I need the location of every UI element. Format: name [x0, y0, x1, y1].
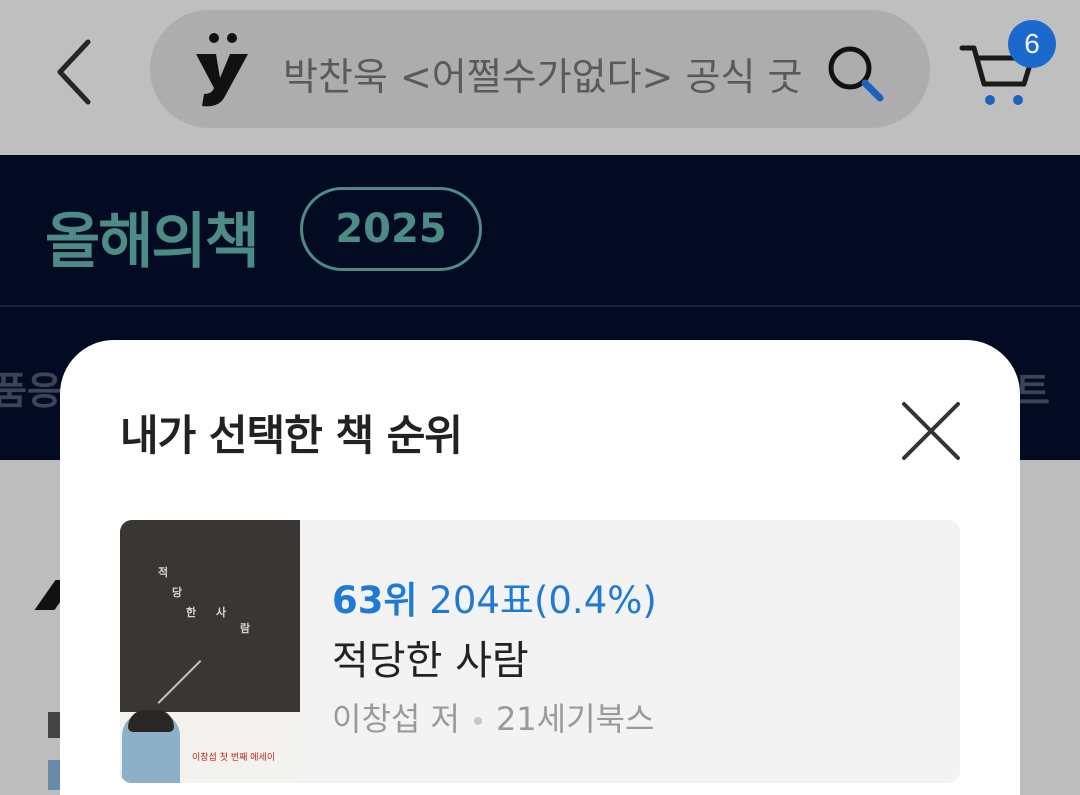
- book-publisher: 21세기북스: [495, 700, 655, 738]
- close-icon[interactable]: [898, 398, 964, 464]
- chevron-left-icon: [57, 39, 91, 105]
- search-input[interactable]: 박찬욱 <어쩔수가없다> 공식 굿: [283, 46, 803, 101]
- modal-title: 내가 선택한 책 순위: [120, 411, 463, 460]
- book-cover-image[interactable]: 적 당 한 사 람 이창섭 첫 번째 에세이: [120, 520, 300, 783]
- banner-divider: [0, 305, 1080, 307]
- app-root: 박찬욱 <어쩔수가없다> 공식 굿 6 올해의책 2025 품응 트 내가 선택…: [0, 0, 1080, 795]
- cover-subtitle: 이창섭 첫 번째 에세이: [192, 753, 276, 763]
- cover-author-photo: [128, 710, 174, 732]
- top-bar: 박찬욱 <어쩔수가없다> 공식 굿 6: [0, 0, 1080, 155]
- cover-decoration: [157, 660, 202, 704]
- banner-tab-left[interactable]: 품응: [0, 360, 62, 415]
- book-meta: 이창섭 저 21세기북스: [332, 694, 654, 740]
- banner-title: 올해의책: [45, 207, 260, 277]
- book-title[interactable]: 적당한 사람: [332, 628, 529, 686]
- cover-text: 람: [240, 622, 251, 635]
- selected-book-card[interactable]: 적 당 한 사 람 이창섭 첫 번째 에세이 63위 204표(0.4%) 적당…: [120, 520, 960, 783]
- back-button[interactable]: [48, 36, 108, 108]
- cover-text: 적: [158, 566, 169, 579]
- search-icon[interactable]: [822, 40, 888, 106]
- rank-label: 63위: [332, 579, 418, 622]
- search-bar[interactable]: 박찬욱 <어쩔수가없다> 공식 굿: [150, 10, 930, 128]
- cover-text: 사: [216, 606, 227, 619]
- cover-text: 한: [186, 606, 197, 619]
- yes24-logo-icon: [196, 33, 248, 107]
- banner-year-badge: 2025: [300, 187, 482, 271]
- book-author: 이창섭 저: [332, 700, 460, 738]
- my-vote-modal: 내가 선택한 책 순위 적 당 한 사 람 이창섭 첫 번째 에세이 63위 2…: [60, 340, 1020, 795]
- separator-dot: [473, 717, 482, 725]
- cover-text: 당: [172, 586, 183, 599]
- banner-tab-right[interactable]: 트: [1015, 360, 1050, 415]
- rank-and-votes: 63위 204표(0.4%): [332, 570, 657, 624]
- cart-count-badge: 6: [1008, 20, 1056, 68]
- votes-label: 204표(0.4%): [429, 579, 657, 622]
